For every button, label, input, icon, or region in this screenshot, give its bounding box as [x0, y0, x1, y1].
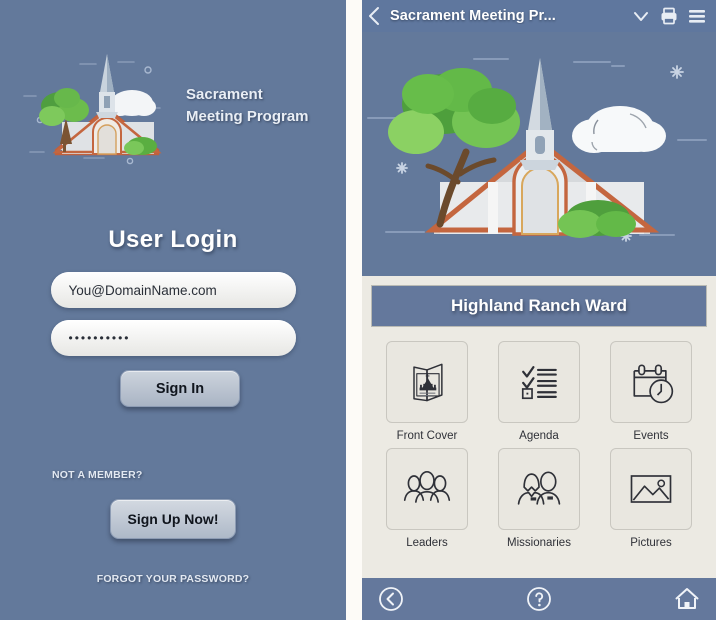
email-input[interactable] [50, 272, 296, 308]
not-a-member-label: NOT A MEMBER? [52, 469, 143, 481]
chevron-down-icon[interactable] [630, 5, 652, 27]
church-logo-illustration [22, 48, 192, 168]
sign-in-button[interactable]: Sign In [120, 370, 240, 407]
password-input[interactable] [50, 320, 296, 356]
tile-icon-box [386, 341, 468, 423]
tile-label: Agenda [519, 430, 559, 442]
missionary-pair-icon [513, 463, 565, 515]
tile-events[interactable]: Events [602, 341, 700, 442]
tile-label: Missionaries [507, 537, 571, 549]
checklist-icon [513, 356, 565, 408]
home-icon[interactable] [674, 586, 700, 612]
back-circle-icon[interactable] [378, 586, 404, 612]
brand-line-2: Meeting Program [186, 107, 309, 125]
tile-icon-box [498, 341, 580, 423]
tile-icon-box [386, 448, 468, 530]
login-screen: Sacrament Meeting Program User Login Sig… [0, 0, 346, 620]
sign-up-button[interactable]: Sign Up Now! [110, 499, 236, 539]
app-header-title: Sacrament Meeting Pr... [390, 8, 556, 24]
screen-divider [346, 0, 362, 620]
tile-label: Pictures [630, 537, 672, 549]
app-header: Sacrament Meeting Pr... [362, 0, 716, 32]
dual-screen-mockup: Sacrament Meeting Program User Login Sig… [0, 0, 716, 620]
brand-line-1: Sacrament [186, 86, 263, 103]
tile-front-cover[interactable]: Front Cover [378, 341, 476, 442]
ward-banner-container: Highland Ranch Ward [362, 276, 716, 327]
tile-icon-box [498, 448, 580, 530]
three-people-icon [401, 463, 453, 515]
tile-pictures[interactable]: Pictures [602, 448, 700, 549]
chevron-left-icon[interactable] [366, 4, 384, 28]
app-brand: Sacrament Meeting Program [8, 48, 338, 168]
tile-leaders[interactable]: Leaders [378, 448, 476, 549]
program-home-screen: Sacrament Meeting Pr... Highland Ranch W… [362, 0, 716, 620]
ward-name-banner: Highland Ranch Ward [371, 285, 707, 327]
tile-label: Events [633, 430, 669, 442]
bottom-navigation-bar [362, 578, 716, 620]
tile-icon-box [610, 341, 692, 423]
tile-label: Front Cover [396, 430, 458, 442]
login-heading: User Login [108, 226, 238, 253]
tile-label: Leaders [406, 537, 448, 549]
hamburger-menu-icon[interactable] [686, 5, 708, 27]
church-hero-illustration [362, 32, 716, 276]
program-booklet-icon [401, 356, 453, 408]
feature-tile-grid: Front Cover Agenda Events Leaders Missio… [362, 327, 716, 578]
calendar-clock-icon [625, 356, 677, 408]
tile-agenda[interactable]: Agenda [490, 341, 588, 442]
brand-title: Sacrament Meeting Program [186, 84, 336, 128]
help-circle-icon[interactable] [526, 586, 552, 612]
printer-icon[interactable] [658, 5, 680, 27]
image-mountain-icon [625, 463, 677, 515]
tile-icon-box [610, 448, 692, 530]
forgot-password-link[interactable]: FORGOT YOUR PASSWORD? [97, 573, 250, 585]
tile-missionaries[interactable]: Missionaries [490, 448, 588, 549]
